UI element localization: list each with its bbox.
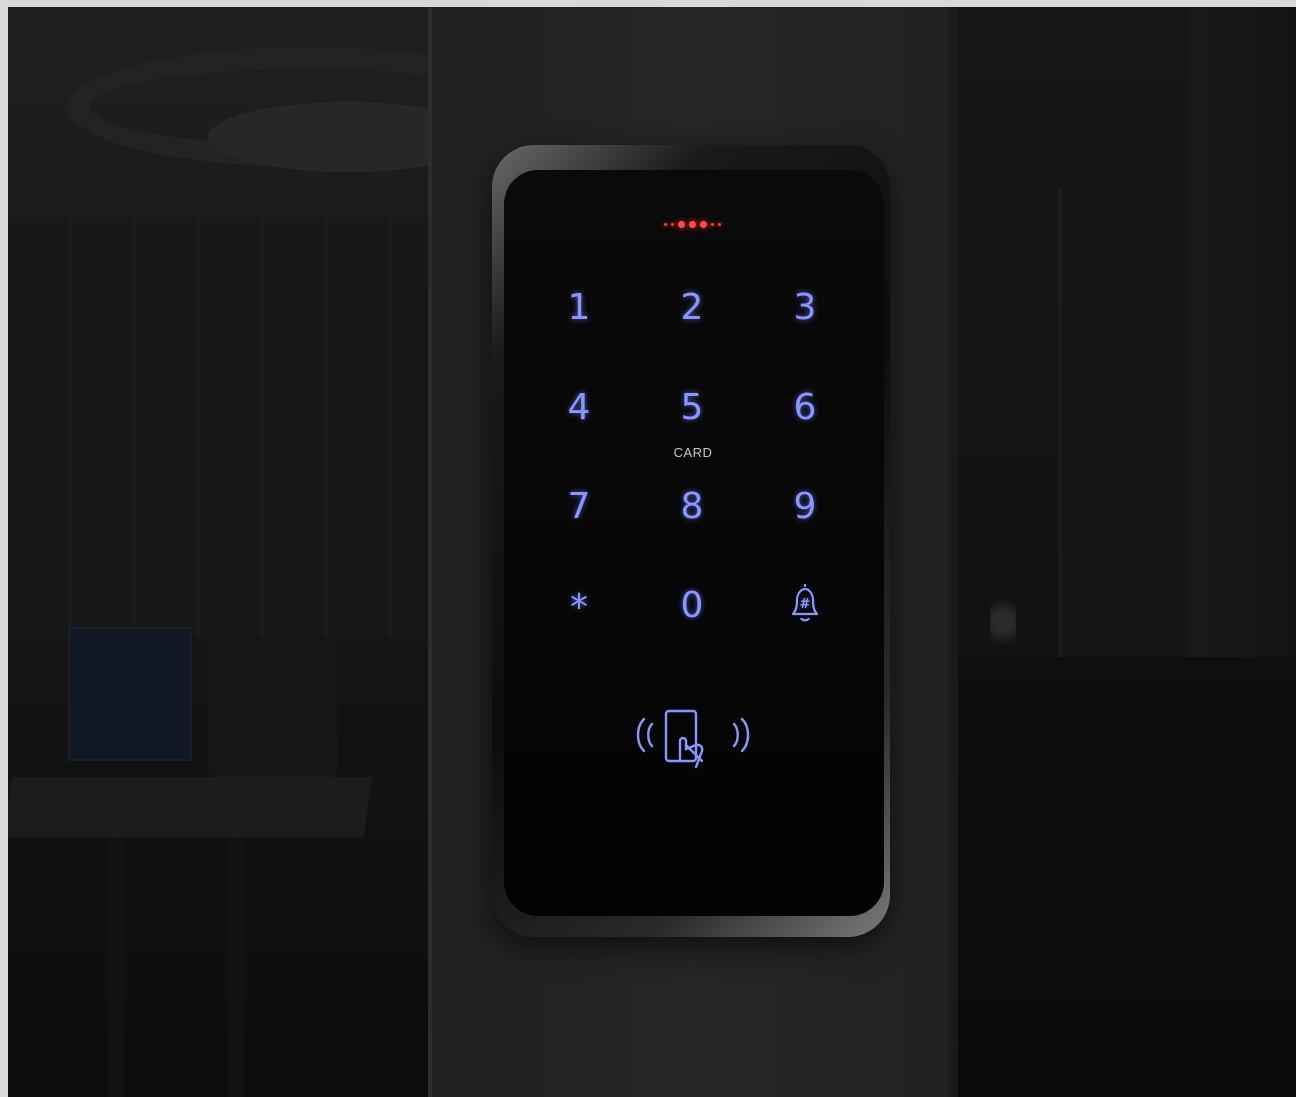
key-7[interactable]: 7	[549, 481, 609, 531]
status-led-indicator	[655, 217, 730, 231]
key-1[interactable]: 1	[549, 282, 609, 332]
key-2[interactable]: 2	[662, 282, 722, 332]
bell-icon: #	[791, 584, 819, 622]
key-3[interactable]: 3	[775, 282, 835, 332]
key-5[interactable]: 5	[662, 382, 722, 432]
key-4[interactable]: 4	[549, 382, 609, 432]
key-star[interactable]: *	[549, 582, 609, 632]
key-6[interactable]: 6	[775, 382, 835, 432]
card-label: CARD	[673, 445, 713, 460]
hash-symbol: #	[800, 597, 811, 612]
key-8[interactable]: 8	[662, 481, 722, 531]
rfid-card-tap-icon	[628, 705, 758, 773]
key-0[interactable]: 0	[662, 580, 722, 630]
key-bell-hash[interactable]: #	[775, 578, 835, 628]
key-9[interactable]: 9	[775, 481, 835, 531]
